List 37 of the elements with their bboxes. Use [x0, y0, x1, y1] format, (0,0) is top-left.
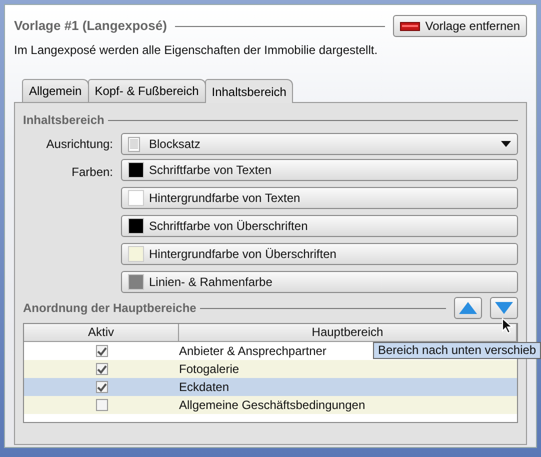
tab[interactable]: Allgemein: [22, 79, 89, 102]
checkbox[interactable]: [96, 399, 108, 411]
table-cell-text: Allgemeine Geschäftsbedingungen: [179, 397, 366, 414]
document-icon: [128, 136, 140, 152]
color-button[interactable]: Schriftfarbe von Überschriften: [121, 215, 518, 237]
table-row[interactable]: Allgemeine Geschäftsbedingungen: [24, 396, 517, 414]
field-label: Ausrichtung:: [45, 136, 113, 153]
tab[interactable]: Kopf- & Fußbereich: [88, 79, 206, 102]
table-row[interactable]: Fotogalerie: [24, 360, 517, 378]
panel-title: Vorlage #1 (Langexposé): [14, 17, 167, 36]
section-title: Inhaltsbereich: [23, 112, 104, 129]
column-header[interactable]: Hauptbereich: [179, 324, 517, 342]
checkbox[interactable]: [96, 381, 108, 393]
color-button[interactable]: Schriftfarbe von Texten: [121, 159, 518, 181]
color-button[interactable]: Linien- & Rahmenfarbe: [121, 271, 518, 293]
tab[interactable]: Inhaltsbereich: [204, 79, 294, 103]
color-button[interactable]: Hintergrundfarbe von Texten: [121, 187, 518, 209]
description-text: Im Langexposé werden alle Eigenschaften der Immobilie dargestellt.: [14, 42, 379, 59]
table-cell-text: Eckdaten: [179, 379, 230, 396]
table-cell-text: Anbieter & Ansprechpartner: [179, 343, 326, 360]
alignment-dropdown[interactable]: Blocksatz: [121, 133, 518, 155]
minus-icon: [400, 22, 420, 30]
move-down-button[interactable]: [490, 297, 518, 319]
color-button[interactable]: Hintergrundfarbe von Überschriften: [121, 243, 518, 265]
checkbox[interactable]: [96, 363, 108, 375]
field-label: Farben:: [70, 164, 113, 181]
tooltip: Bereich nach unten verschieb: [373, 342, 541, 359]
table-cell-text: Fotogalerie: [179, 361, 240, 378]
caret-icon: [501, 141, 511, 147]
remove-button[interactable]: Vorlage entfernen: [393, 15, 527, 37]
section-title: Anordnung der Hauptbereiche: [23, 300, 196, 317]
move-up-button[interactable]: [454, 297, 482, 319]
table-row[interactable]: Eckdaten: [24, 378, 517, 396]
up-arrow-icon: [459, 302, 477, 314]
checkbox[interactable]: [96, 345, 108, 357]
column-header[interactable]: Aktiv: [24, 324, 179, 342]
down-arrow-icon: [495, 302, 513, 314]
